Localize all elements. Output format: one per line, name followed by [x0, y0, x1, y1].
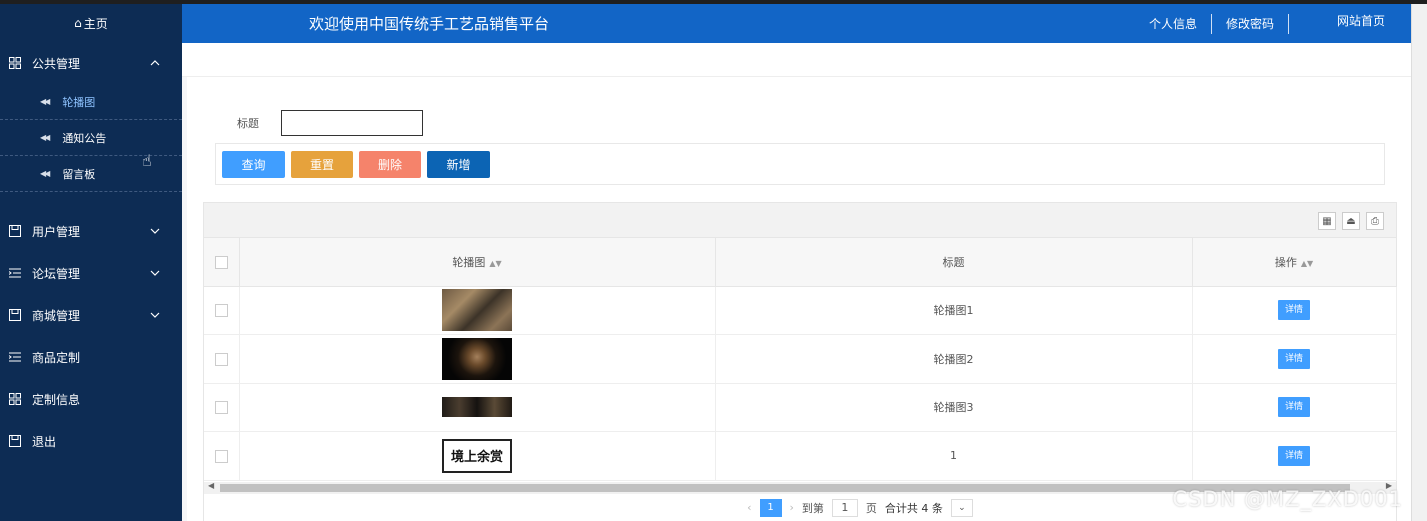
double-arrow-left-icon: ◀◀	[40, 169, 50, 178]
next-page-icon[interactable]: ›	[790, 501, 794, 514]
page-unit-label: 页	[865, 501, 877, 515]
select-all-checkbox[interactable]	[214, 255, 228, 269]
save-icon	[8, 308, 22, 322]
sidebar-menu-users[interactable]: 用户管理	[0, 210, 182, 252]
top-header: 欢迎使用中国传统手工艺品销售平台 个人信息 修改密码 网站首页	[182, 4, 1411, 43]
title-search-input[interactable]	[281, 110, 423, 136]
sort-icon[interactable]: ▲▼	[489, 259, 501, 268]
double-arrow-left-icon: ◀◀	[40, 97, 50, 106]
double-arrow-left-icon: ◀◀	[40, 133, 50, 142]
nav-change-password[interactable]: 修改密码	[1212, 13, 1289, 34]
sidebar-menu-public[interactable]: 公共管理	[0, 42, 182, 84]
nav-profile[interactable]: 个人信息	[1135, 13, 1212, 34]
row-checkbox[interactable]	[214, 352, 228, 366]
detail-button[interactable]: 详情	[1278, 300, 1310, 321]
prev-page-icon[interactable]: ‹	[747, 501, 751, 514]
table-row: 轮播图2 详情	[204, 334, 1397, 384]
table-row: 轮播图3 详情	[204, 383, 1397, 432]
sidebar-menu-custom-info[interactable]: 定制信息	[0, 378, 182, 420]
sort-icon[interactable]: ▲▼	[1301, 259, 1313, 268]
carousel-thumbnail	[442, 397, 512, 418]
row-title: 轮播图3	[715, 383, 1193, 432]
search-row: 标题	[237, 110, 423, 136]
row-title: 轮播图1	[715, 286, 1193, 335]
csdn-watermark: CSDN @MZ_ZXD001	[1172, 487, 1403, 511]
sidebar-item-notice[interactable]: ◀◀ 通知公告	[0, 120, 182, 156]
reset-button[interactable]: 重置	[291, 151, 353, 178]
search-label: 标题	[237, 117, 259, 130]
delete-button[interactable]: 删除	[359, 151, 421, 178]
mouse-cursor-icon: ☝	[142, 151, 152, 170]
sidebar-item-messages[interactable]: ◀◀ 留言板	[0, 156, 182, 192]
query-button[interactable]: 查询	[222, 151, 285, 178]
list-indent-icon	[8, 350, 22, 364]
row-checkbox[interactable]	[214, 401, 228, 414]
detail-button[interactable]: 详情	[1278, 397, 1310, 418]
calligraphy-logo-thumbnail: 境上余赏	[442, 438, 512, 473]
col-header-title: 标题	[715, 238, 1193, 287]
submenu-public: ◀◀ 轮播图 ◀◀ 通知公告 ◀◀ 留言板	[0, 84, 182, 192]
sidebar-menu-forum[interactable]: 论坛管理	[0, 252, 182, 294]
grid-icon	[8, 392, 22, 406]
sidebar-menu-mall[interactable]: 商城管理	[0, 294, 182, 336]
detail-button[interactable]: 详情	[1278, 445, 1310, 466]
sidebar: ⌂ 主页 公共管理 ◀◀ 轮播图 ◀◀ 通知公告 ◀◀ 留言板 用户管理 论坛管…	[0, 4, 182, 521]
action-bar: 查询 重置 删除 新增	[215, 143, 1385, 185]
chevron-down-icon	[150, 266, 160, 280]
add-button[interactable]: 新增	[427, 151, 490, 178]
row-title: 1	[715, 431, 1193, 481]
table: 轮播图 ▲▼ 标题 操作 ▲▼ 轮播图1 详情 轮播图2 详情 轮播图3 详情 …	[204, 238, 1397, 481]
sidebar-menu-logout[interactable]: 退出	[0, 420, 182, 462]
save-icon	[8, 434, 22, 448]
table-toolbar: ▦ ⏏ ⎙	[204, 203, 1396, 238]
page-title: 欢迎使用中国传统手工艺品销售平台	[309, 15, 550, 33]
detail-button[interactable]: 详情	[1278, 348, 1310, 369]
select-all-cell	[204, 238, 240, 287]
list-indent-icon	[8, 266, 22, 280]
carousel-thumbnail	[442, 337, 512, 380]
row-checkbox[interactable]	[214, 304, 228, 317]
chevron-down-icon	[150, 308, 160, 322]
main-content: 标题 查询 重置 删除 新增 ▦ ⏏ ⎙ 轮播图 ▲▼ 标题 操作 ▲▼ 轮播图…	[187, 77, 1411, 521]
home-icon: ⌂	[74, 16, 82, 30]
row-checkbox[interactable]	[214, 449, 228, 463]
table-row: 轮播图1 详情	[204, 286, 1397, 335]
save-icon	[8, 224, 22, 238]
vertical-scrollbar[interactable]	[1411, 4, 1427, 521]
header-nav: 个人信息 修改密码 网站首页	[1135, 4, 1411, 43]
col-header-action[interactable]: 操作 ▲▼	[1192, 238, 1397, 287]
goto-label: 到第	[801, 501, 824, 515]
carousel-thumbnail	[442, 289, 512, 332]
current-page[interactable]: 1	[759, 498, 782, 517]
app-frame: ⌂ 主页 公共管理 ◀◀ 轮播图 ◀◀ 通知公告 ◀◀ 留言板 用户管理 论坛管…	[0, 4, 1411, 521]
table-row: 境上余赏 1 详情	[204, 431, 1397, 481]
breadcrumb-bar	[182, 43, 1411, 77]
chevron-down-icon	[150, 224, 160, 238]
sidebar-menu-custom-goods[interactable]: 商品定制	[0, 336, 182, 378]
total-count: 合计共 4 条	[884, 501, 943, 515]
grid-icon	[8, 56, 22, 70]
sidebar-item-carousel[interactable]: ◀◀ 轮播图	[0, 84, 182, 120]
data-table: ▦ ⏏ ⎙ 轮播图 ▲▼ 标题 操作 ▲▼ 轮播图1 详情 轮播图2 详情 轮播…	[203, 202, 1397, 521]
page-number-input[interactable]: 1	[831, 498, 858, 517]
sidebar-home[interactable]: ⌂ 主页	[0, 4, 182, 42]
col-header-image[interactable]: 轮播图 ▲▼	[239, 238, 716, 287]
page-size-select[interactable]: ⌄	[950, 498, 973, 517]
chevron-up-icon	[150, 56, 160, 70]
print-icon[interactable]: ⎙	[1366, 212, 1384, 230]
scroll-left-icon[interactable]: ◀	[208, 481, 214, 490]
nav-site-home[interactable]: 网站首页	[1289, 11, 1411, 31]
table-header-row: 轮播图 ▲▼ 标题 操作 ▲▼	[204, 238, 1397, 287]
columns-filter-icon[interactable]: ▦	[1318, 212, 1336, 230]
export-icon[interactable]: ⏏	[1342, 212, 1360, 230]
row-title: 轮播图2	[715, 334, 1193, 384]
